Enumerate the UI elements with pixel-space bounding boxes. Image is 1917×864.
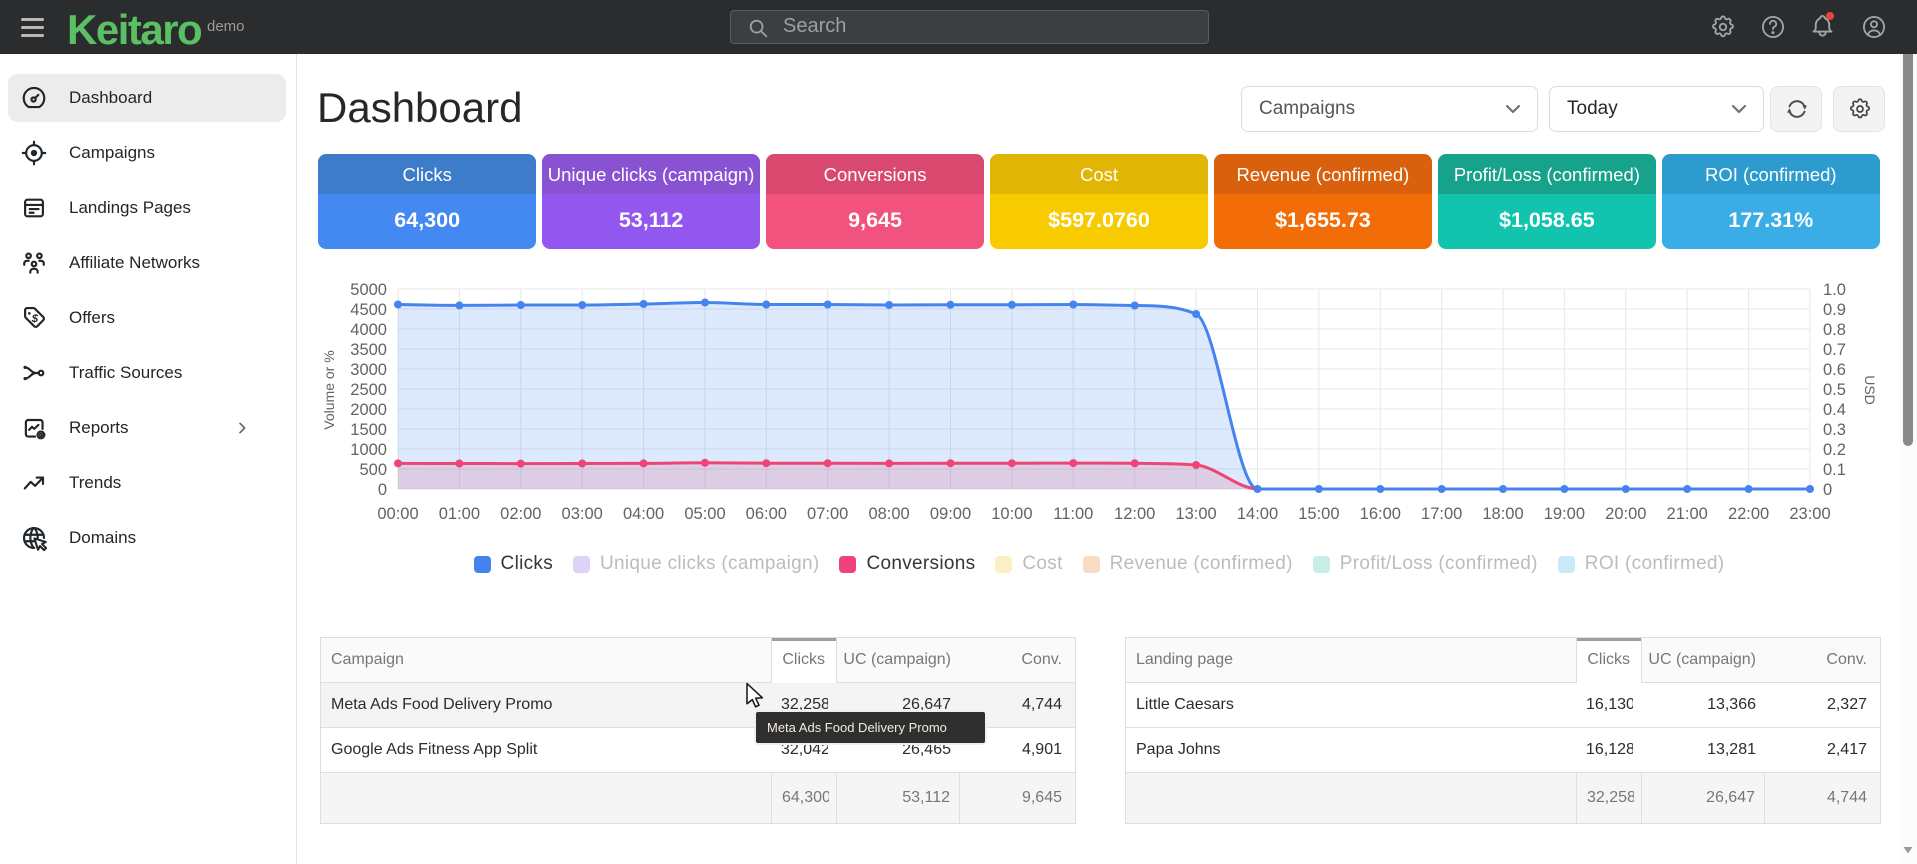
svg-text:14:00: 14:00: [1237, 505, 1278, 523]
svg-text:02:00: 02:00: [500, 505, 541, 523]
svg-text:07:00: 07:00: [807, 505, 848, 523]
svg-text:0.3: 0.3: [1823, 421, 1846, 439]
svg-text:1500: 1500: [350, 421, 387, 439]
svg-text:0.7: 0.7: [1823, 341, 1846, 359]
svg-text:17:00: 17:00: [1421, 505, 1462, 523]
svg-text:5000: 5000: [350, 281, 387, 299]
svg-text:06:00: 06:00: [746, 505, 787, 523]
svg-text:2500: 2500: [350, 381, 387, 399]
svg-text:15:00: 15:00: [1298, 505, 1339, 523]
svg-text:1000: 1000: [350, 441, 387, 459]
svg-text:00:00: 00:00: [377, 505, 418, 523]
svg-text:18:00: 18:00: [1482, 505, 1523, 523]
svg-text:08:00: 08:00: [868, 505, 909, 523]
svg-text:03:00: 03:00: [562, 505, 603, 523]
svg-text:10:00: 10:00: [991, 505, 1032, 523]
svg-text:0.4: 0.4: [1823, 401, 1846, 419]
svg-text:22:00: 22:00: [1728, 505, 1769, 523]
svg-text:0: 0: [1823, 481, 1832, 499]
svg-text:19:00: 19:00: [1544, 505, 1585, 523]
svg-text:USD: USD: [1862, 375, 1878, 405]
svg-text:0: 0: [378, 481, 387, 499]
svg-text:13:00: 13:00: [1175, 505, 1216, 523]
svg-text:3500: 3500: [350, 341, 387, 359]
svg-text:0.8: 0.8: [1823, 321, 1846, 339]
svg-text:09:00: 09:00: [930, 505, 971, 523]
svg-text:05:00: 05:00: [684, 505, 725, 523]
svg-text:2000: 2000: [350, 401, 387, 419]
svg-text:4500: 4500: [350, 301, 387, 319]
svg-text:11:00: 11:00: [1053, 505, 1093, 523]
svg-text:Volume or %: Volume or %: [321, 350, 337, 429]
svg-text:3000: 3000: [350, 361, 387, 379]
svg-text:4000: 4000: [350, 321, 387, 339]
svg-text:500: 500: [359, 461, 387, 479]
svg-text:1.0: 1.0: [1823, 281, 1846, 299]
svg-text:0.2: 0.2: [1823, 441, 1846, 459]
svg-text:21:00: 21:00: [1667, 505, 1708, 523]
svg-text:0.1: 0.1: [1823, 461, 1846, 479]
svg-text:0.9: 0.9: [1823, 301, 1846, 319]
svg-text:20:00: 20:00: [1605, 505, 1646, 523]
svg-text:$: $: [31, 313, 39, 325]
svg-text:01:00: 01:00: [439, 505, 480, 523]
svg-text:12:00: 12:00: [1114, 505, 1155, 523]
svg-text:0.5: 0.5: [1823, 381, 1846, 399]
svg-text:04:00: 04:00: [623, 505, 664, 523]
svg-text:0.6: 0.6: [1823, 361, 1846, 379]
svg-text:16:00: 16:00: [1360, 505, 1401, 523]
svg-text:23:00: 23:00: [1789, 505, 1830, 523]
